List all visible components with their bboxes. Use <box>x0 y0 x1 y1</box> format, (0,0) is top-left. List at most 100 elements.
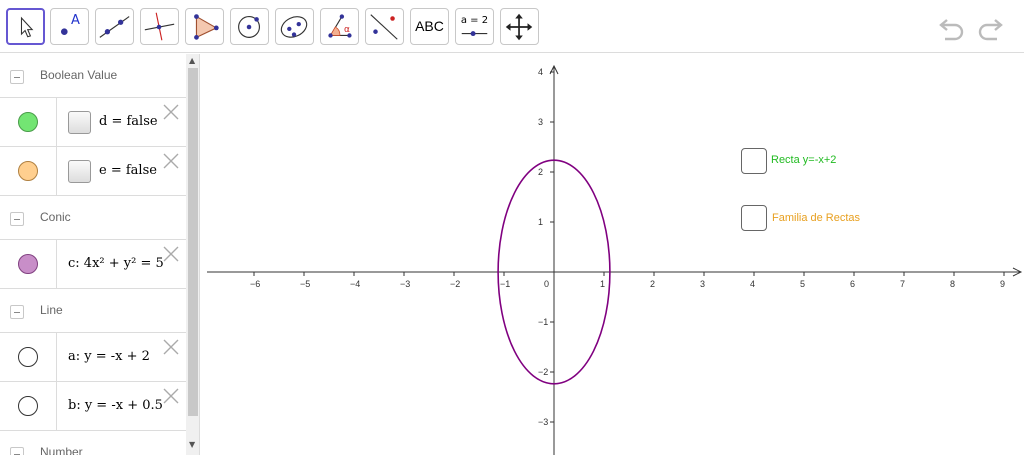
checkbox-e[interactable] <box>68 160 91 183</box>
checkbox-d[interactable] <box>68 111 91 134</box>
x-tick-label: 2 <box>650 279 655 289</box>
polygon-tool[interactable] <box>185 8 224 45</box>
group-title: Number <box>40 445 83 455</box>
graphics-view[interactable]: −6 −5 −4 −3 −2 −1 0 1 2 3 4 5 6 7 8 9 4 3 2 1 −1 −2 −3 Recta y… <box>207 54 1024 455</box>
label-familia[interactable]: Familia de Rectas <box>772 212 860 224</box>
slider-icon <box>461 31 488 37</box>
y-tick-label: −2 <box>538 367 548 377</box>
visibility-dot-icon[interactable] <box>18 254 38 274</box>
x-tick-label: −3 <box>400 279 410 289</box>
undo-icon[interactable] <box>937 12 967 42</box>
point-icon <box>60 28 68 36</box>
slider-tool[interactable]: a = 2 <box>455 8 494 45</box>
y-tick-label: 2 <box>538 167 543 177</box>
text-tool[interactable]: ABC <box>410 8 449 45</box>
collapse-icon[interactable] <box>10 212 24 226</box>
collapse-icon[interactable] <box>10 305 24 319</box>
collapse-icon[interactable] <box>10 70 24 84</box>
angle-tool-label: α <box>344 25 350 35</box>
expression-c[interactable]: c: 4x² + y² = 5 <box>68 255 164 273</box>
visibility-toggle[interactable] <box>0 333 57 381</box>
group-boolean-value[interactable]: Boolean Value <box>0 54 186 98</box>
point-tool[interactable]: A <box>50 8 89 45</box>
algebra-item-e[interactable]: e = false <box>0 147 186 196</box>
perpendicular-line-icon <box>144 12 175 41</box>
delete-icon[interactable] <box>163 153 179 169</box>
expression-a[interactable]: a: y = -x + 2 <box>68 348 150 366</box>
delete-icon[interactable] <box>163 104 179 120</box>
move-graphics-tool[interactable] <box>500 8 539 45</box>
scrollbar[interactable]: ▲ ▼ <box>186 54 199 455</box>
x-tick-label: −5 <box>300 279 310 289</box>
visibility-toggle[interactable] <box>0 147 57 195</box>
y-tick-label: −3 <box>538 417 548 427</box>
redo-icon[interactable] <box>975 12 1005 42</box>
x-tick-label: 0 <box>544 279 549 289</box>
polygon-icon <box>194 14 219 40</box>
group-line[interactable]: Line <box>0 289 186 333</box>
delete-icon[interactable] <box>163 388 179 404</box>
group-title: Conic <box>40 210 71 224</box>
coordinate-plane[interactable]: −6 −5 −4 −3 −2 −1 0 1 2 3 4 5 6 7 8 9 4 3 2 1 −1 −2 −3 <box>207 54 1024 455</box>
visibility-toggle[interactable] <box>0 98 57 146</box>
label-recta[interactable]: Recta y=-x+2 <box>771 154 836 166</box>
scroll-down-icon[interactable]: ▼ <box>189 440 195 450</box>
collapse-icon[interactable] <box>10 447 24 455</box>
algebra-item-d[interactable]: d = false <box>0 98 186 147</box>
text-tool-label: ABC <box>415 18 444 34</box>
x-tick-label: 7 <box>900 279 905 289</box>
visibility-toggle[interactable] <box>0 240 57 288</box>
visibility-dot-icon[interactable] <box>18 396 38 416</box>
group-number[interactable]: Number <box>0 431 186 455</box>
y-tick-label: 3 <box>538 117 543 127</box>
group-title: Boolean Value <box>40 68 118 82</box>
circle-center-point-icon <box>238 16 260 38</box>
angle-icon <box>328 14 352 38</box>
expression-b[interactable]: b: y = -x + 0.5 <box>68 397 163 415</box>
y-tick-label: −1 <box>538 317 548 327</box>
group-conic[interactable]: Conic <box>0 196 186 240</box>
circle-tool[interactable] <box>230 8 269 45</box>
x-tick-label: 3 <box>700 279 705 289</box>
x-tick-label: 4 <box>750 279 755 289</box>
x-tick-label: 8 <box>950 279 955 289</box>
x-tick-label: 1 <box>600 279 605 289</box>
algebra-view: Boolean Value d = false e = false Conic <box>0 54 200 455</box>
expression-e[interactable]: e = false <box>99 162 157 180</box>
angle-tool[interactable]: α <box>320 8 359 45</box>
point-tool-label: A <box>71 13 80 28</box>
x-tick-label: 9 <box>1000 279 1005 289</box>
expression-d[interactable]: d = false <box>99 113 158 131</box>
algebra-item-c[interactable]: c: 4x² + y² = 5 <box>0 240 186 289</box>
algebra-item-a[interactable]: a: y = -x + 2 <box>0 333 186 382</box>
x-tick-label: −4 <box>350 279 360 289</box>
x-tick-label: −6 <box>250 279 260 289</box>
checkbox-familia[interactable] <box>741 205 767 231</box>
move-tool[interactable] <box>6 8 45 45</box>
toolbar: A α ABC a = 2 <box>0 0 1024 53</box>
delete-icon[interactable] <box>163 339 179 355</box>
reflect-tool[interactable] <box>365 8 404 45</box>
line-tool[interactable] <box>95 8 134 45</box>
line-through-points-icon <box>99 16 130 38</box>
visibility-dot-icon[interactable] <box>18 161 38 181</box>
delete-icon[interactable] <box>163 246 179 262</box>
group-title: Line <box>40 303 63 317</box>
x-tick-label: 5 <box>800 279 805 289</box>
x-tick-label: −2 <box>450 279 460 289</box>
perpendicular-line-tool[interactable] <box>140 8 179 45</box>
algebra-item-b[interactable]: b: y = -x + 0.5 <box>0 382 186 431</box>
x-tick-label: −1 <box>500 279 510 289</box>
visibility-toggle[interactable] <box>0 382 57 430</box>
ellipse-icon <box>280 16 308 38</box>
scroll-up-icon[interactable]: ▲ <box>189 56 195 66</box>
scrollbar-thumb[interactable] <box>188 68 198 416</box>
visibility-dot-icon[interactable] <box>18 112 38 132</box>
visibility-dot-icon[interactable] <box>18 347 38 367</box>
y-tick-label: 4 <box>538 67 543 77</box>
x-tick-label: 6 <box>850 279 855 289</box>
ellipse-tool[interactable] <box>275 8 314 45</box>
checkbox-recta[interactable] <box>741 148 767 174</box>
move-graphics-icon <box>505 13 533 41</box>
geogebra-app: A α ABC a = 2 Boolean Value d = false e … <box>0 0 1024 455</box>
